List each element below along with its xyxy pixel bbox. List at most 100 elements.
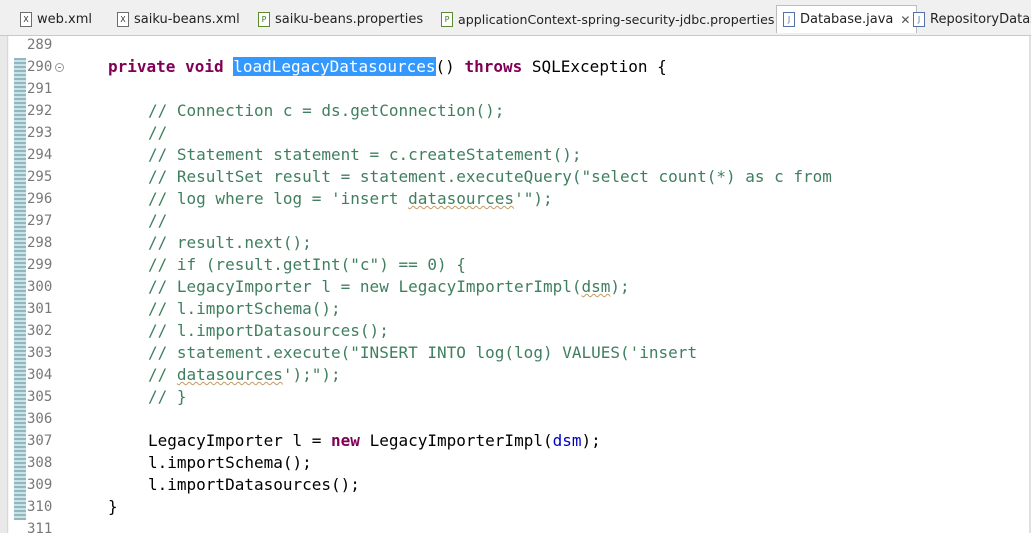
code-line: 292 // Connection c = ds.getConnection()…: [0, 100, 1031, 122]
comment-text: // if (result.getInt("c") == 0) {: [148, 255, 466, 274]
line-number: 301: [27, 301, 53, 317]
line-number: 291: [27, 81, 53, 97]
code-fragment: (): [435, 57, 455, 76]
code-line: 294 // Statement statement = c.createSta…: [0, 144, 1031, 166]
line-number: 298: [27, 235, 53, 251]
tab-web-xml[interactable]: X web.xml: [20, 8, 92, 30]
code-line: 298 // result.next();: [0, 232, 1031, 254]
code-text: l.importDatasources();: [148, 475, 360, 494]
code-fragment: );: [581, 431, 601, 450]
comment-text: // Connection c = ds.getConnection();: [148, 101, 505, 120]
line-number: 292: [27, 103, 53, 119]
tab-repository-datasource[interactable]: J RepositoryDatasc: [913, 8, 1031, 30]
code-line: 295 // ResultSet result = statement.exec…: [0, 166, 1031, 188]
tab-database-java[interactable]: J Database.java ✕: [776, 5, 918, 33]
code-line: 307 LegacyImporter l = new LegacyImporte…: [0, 430, 1031, 452]
line-number: 310: [27, 499, 53, 515]
line-number: 302: [27, 323, 53, 339]
field-reference: dsm: [552, 431, 582, 450]
fold-toggle-icon[interactable]: [55, 63, 64, 72]
java-file-icon: J: [913, 11, 925, 27]
java-file-icon: J: [783, 12, 795, 27]
code-line: 305 // }: [0, 386, 1031, 408]
code-text: LegacyImporter l = new LegacyImporterImp…: [148, 430, 601, 452]
spelling-warning[interactable]: dsm: [581, 277, 610, 296]
code-line: 296 // log where log = 'insert datasourc…: [0, 188, 1031, 210]
code-line: 291: [0, 78, 1031, 100]
line-number: 297: [27, 213, 53, 229]
properties-file-icon: P: [258, 11, 270, 27]
comment-text: // ResultSet result = statement.executeQ…: [148, 167, 832, 186]
code-line: 301 // l.importSchema();: [0, 298, 1031, 320]
close-icon[interactable]: ✕: [900, 13, 910, 27]
code-line: 303 // statement.execute("INSERT INTO lo…: [0, 342, 1031, 364]
code-fragment: // LegacyImporter l = new LegacyImporter…: [148, 277, 582, 296]
code-editor[interactable]: 289 290 private void loadLegacyDatasourc…: [0, 36, 1031, 533]
comment-text: // l.importSchema();: [148, 299, 341, 318]
line-number: 311: [27, 521, 53, 533]
comment-text: // }: [148, 387, 187, 406]
line-number: 307: [27, 433, 53, 449]
code-line: 297 //: [0, 210, 1031, 232]
spelling-warning[interactable]: datasources: [408, 189, 514, 208]
code-line: 289: [0, 36, 1031, 56]
code-line: 306: [0, 408, 1031, 430]
code-fragment: ');");: [282, 365, 341, 384]
code-line: 309 l.importDatasources();: [0, 474, 1031, 496]
xml-file-icon: X: [117, 11, 129, 27]
comment-text: // datasources');");: [148, 364, 341, 386]
keyword: private: [108, 57, 176, 76]
code-fragment: LegacyImporterImpl(: [359, 431, 553, 450]
keyword: throws: [464, 57, 523, 76]
code-text: l.importSchema();: [148, 453, 312, 472]
keyword: new: [331, 431, 360, 450]
tab-saiku-beans-xml[interactable]: X saiku-beans.xml: [117, 8, 240, 30]
line-number: 296: [27, 191, 53, 207]
code-line: 290 private void loadLegacyDatasources()…: [0, 56, 1031, 78]
code-fragment: //: [148, 365, 177, 384]
code-line: 304 // datasources');");: [0, 364, 1031, 386]
comment-text: // log where log = 'insert datasources'"…: [148, 188, 553, 210]
tab-saiku-beans-properties[interactable]: P saiku-beans.properties: [258, 8, 423, 30]
comment-text: // LegacyImporter l = new LegacyImporter…: [148, 276, 630, 298]
line-number: 290: [27, 59, 53, 75]
tab-label: RepositoryDatasc: [930, 11, 1031, 27]
line-number: 303: [27, 345, 53, 361]
code-line: 300 // LegacyImporter l = new LegacyImpo…: [0, 276, 1031, 298]
xml-file-icon: X: [20, 11, 32, 27]
code-fragment: SQLException {: [522, 57, 667, 76]
code-fragment: );: [610, 277, 630, 296]
tab-label: applicationContext-spring-security-jdbc.…: [458, 11, 775, 27]
comment-text: // statement.execute("INSERT INTO log(lo…: [148, 343, 698, 362]
comment-text: //: [148, 123, 168, 142]
tab-applicationcontext-properties[interactable]: P applicationContext-spring-security-jdb…: [441, 8, 774, 30]
line-number: 305: [27, 389, 53, 405]
code-line: 302 // l.importDatasources();: [0, 320, 1031, 342]
tab-label: saiku-beans.properties: [275, 11, 424, 27]
keyword: void: [185, 57, 224, 76]
code-fragment: // log where log = 'insert: [148, 189, 409, 208]
line-number: 308: [27, 455, 53, 471]
comment-text: // Statement statement = c.createStateme…: [148, 145, 582, 164]
line-number: 309: [27, 477, 53, 493]
tab-label: web.xml: [37, 11, 92, 27]
selected-method-name[interactable]: loadLegacyDatasources: [233, 57, 436, 76]
spelling-warning[interactable]: datasources: [177, 365, 283, 384]
code-line: 293 //: [0, 122, 1031, 144]
code-line: 308 l.importSchema();: [0, 452, 1031, 474]
code-fragment: '");: [514, 189, 553, 208]
properties-file-icon: P: [441, 11, 453, 27]
comment-text: // result.next();: [148, 233, 312, 252]
code-line: 311: [0, 518, 1031, 533]
line-number: 295: [27, 169, 53, 185]
line-number: 299: [27, 257, 53, 273]
code-text: }: [108, 497, 118, 516]
line-number: 293: [27, 125, 53, 141]
code-fragment: LegacyImporter l =: [148, 431, 332, 450]
code-line: 299 // if (result.getInt("c") == 0) {: [0, 254, 1031, 276]
line-number: 306: [27, 411, 53, 427]
comment-text: //: [148, 211, 168, 230]
code-line: 310 }: [0, 496, 1031, 518]
line-number: 294: [27, 147, 53, 163]
editor-tab-bar: X web.xml X saiku-beans.xml P saiku-bean…: [0, 0, 1031, 36]
